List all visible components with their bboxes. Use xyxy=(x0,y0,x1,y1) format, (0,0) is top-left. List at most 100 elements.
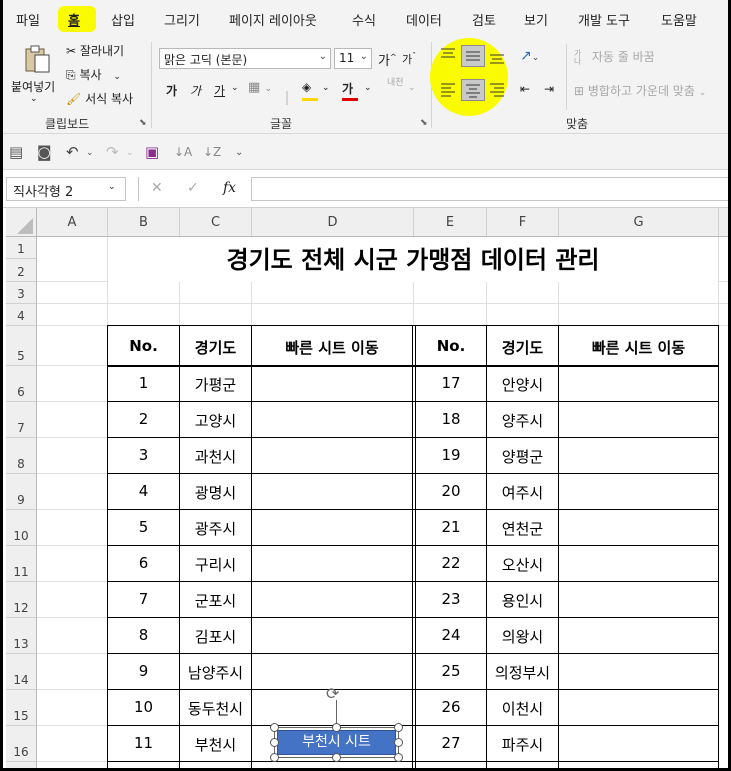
underline-button[interactable]: 가 xyxy=(214,82,225,99)
cell-no[interactable]: 17 xyxy=(416,374,486,392)
tab-help[interactable]: 도움말 xyxy=(661,10,697,29)
cell-no[interactable]: 2 xyxy=(108,410,179,428)
cell-region[interactable]: 의정부시 xyxy=(487,662,558,683)
copy-dropdown-icon[interactable]: ⌄ xyxy=(113,72,121,82)
cell-region[interactable]: 광주시 xyxy=(180,518,251,539)
tab-home[interactable]: 홈 xyxy=(68,10,80,29)
cell-no[interactable]: 19 xyxy=(416,446,486,464)
select-all-corner[interactable] xyxy=(6,208,37,237)
save-icon[interactable]: ▣ xyxy=(145,143,159,161)
underline-dropdown-icon[interactable]: ⌄ xyxy=(231,83,239,93)
tab-insert[interactable]: 삽입 xyxy=(111,10,135,29)
column-header-f[interactable]: F xyxy=(487,208,559,237)
cell-no[interactable]: 5 xyxy=(108,518,179,536)
cell-region[interactable]: 오산시 xyxy=(487,554,558,575)
paste-button[interactable]: 붙여넣기 ⌄ xyxy=(8,42,60,104)
cell-no[interactable]: 8 xyxy=(108,626,179,644)
phonetic-button[interactable]: 내천 xyxy=(387,78,405,88)
font-color-dropdown-icon[interactable]: ⌄ xyxy=(364,83,372,93)
row-header[interactable]: 6 xyxy=(6,366,37,402)
cell-region[interactable]: 군포시 xyxy=(180,590,251,611)
cell-region[interactable]: 김포시 xyxy=(180,626,251,647)
redo-icon[interactable]: ↷ xyxy=(106,143,119,161)
cell-no[interactable]: 23 xyxy=(416,590,486,608)
cell-region[interactable]: 양평군 xyxy=(487,446,558,467)
row-header[interactable]: 7 xyxy=(6,402,37,438)
cell-no[interactable]: 11 xyxy=(108,734,179,752)
resize-handle[interactable] xyxy=(270,738,279,747)
go-to-bucheon-sheet-button[interactable]: 부천시 시트 xyxy=(277,730,396,755)
camera-icon[interactable]: ◙ xyxy=(37,143,52,161)
cell-region[interactable]: 구리시 xyxy=(180,554,251,575)
cell-no[interactable]: 22 xyxy=(416,554,486,572)
formula-input[interactable] xyxy=(251,177,731,201)
tab-file[interactable]: 파일 xyxy=(16,10,40,29)
sheet-title[interactable]: 경기도 전체 시군 가맹점 데이터 관리 xyxy=(108,238,718,282)
resize-handle[interactable] xyxy=(332,753,341,762)
cell-region[interactable]: 가평군 xyxy=(180,374,251,395)
cell-no[interactable]: 18 xyxy=(416,410,486,428)
align-center-button[interactable] xyxy=(461,79,485,101)
border-button[interactable]: ▦ ⌄ xyxy=(248,80,272,95)
header-quick-link[interactable]: 빠른 시트 이동 xyxy=(559,337,718,358)
copy-button[interactable]: ⎘ 복사 ⌄ xyxy=(66,66,121,83)
row-header[interactable]: 2 xyxy=(6,259,37,282)
cell-no[interactable]: 25 xyxy=(416,662,486,680)
customize-toolbar-icon[interactable]: ⌄ xyxy=(235,147,243,158)
row-header[interactable]: 10 xyxy=(6,510,37,546)
fill-color-dropdown-icon[interactable]: ⌄ xyxy=(322,83,330,93)
tab-page-layout[interactable]: 페이지 레이아웃 xyxy=(229,10,317,29)
cell-region[interactable]: 남양주시 xyxy=(180,662,251,683)
row-header[interactable]: 14 xyxy=(6,654,37,690)
align-top-button[interactable] xyxy=(437,45,461,67)
font-size-dropdown[interactable]: 11 ⌄ xyxy=(334,48,372,69)
tab-formulas[interactable]: 수식 xyxy=(352,10,376,29)
row-header[interactable]: 1 xyxy=(6,237,37,259)
paste-dropdown-icon[interactable]: ⌄ xyxy=(30,94,38,104)
row-header[interactable]: 16 xyxy=(6,726,37,762)
column-header-d[interactable]: D xyxy=(252,208,414,237)
header-region[interactable]: 경기도 xyxy=(487,337,558,358)
rotate-handle-icon[interactable]: ⟳ xyxy=(326,684,339,703)
font-name-dropdown[interactable]: 맑은 고딕 (본문) ⌄ xyxy=(159,48,331,69)
cell-region[interactable]: 이천시 xyxy=(487,698,558,719)
header-quick-link[interactable]: 빠른 시트 이동 xyxy=(252,337,412,358)
format-painter-button[interactable]: 🖌 서식 복사 xyxy=(66,90,133,107)
column-header-a[interactable]: A xyxy=(37,208,108,237)
italic-button[interactable]: 가 xyxy=(190,82,201,99)
column-header-c[interactable]: C xyxy=(180,208,252,237)
align-bottom-button[interactable] xyxy=(486,45,510,67)
tab-developer[interactable]: 개발 도구 xyxy=(578,10,630,29)
row-header[interactable]: 15 xyxy=(6,690,37,726)
header-no[interactable]: No. xyxy=(416,337,486,355)
resize-handle[interactable] xyxy=(394,753,403,762)
cell-region[interactable]: 과천시 xyxy=(180,446,251,467)
cell-no[interactable]: 24 xyxy=(416,626,486,644)
decrease-indent-button[interactable]: ⇤ xyxy=(520,82,530,96)
clipboard-launcher-icon[interactable]: ⬊ xyxy=(139,118,147,128)
cell-region[interactable]: 안양시 xyxy=(487,374,558,395)
cell-region[interactable]: 여주시 xyxy=(487,482,558,503)
resize-handle[interactable] xyxy=(332,723,341,732)
increase-indent-button[interactable]: ⇥ xyxy=(544,82,554,96)
sort-descending-icon[interactable]: ↓Z xyxy=(203,145,221,159)
cell-no[interactable]: 6 xyxy=(108,554,179,572)
column-header-b[interactable]: B xyxy=(108,208,180,237)
grow-font-button[interactable]: 가^ xyxy=(378,50,397,69)
merge-center-button[interactable]: ⊞ 병합하고 가운데 맞춤 ⌄ xyxy=(574,82,706,99)
wrap-text-button[interactable]: 가나 자동 줄 바꿈 xyxy=(574,48,655,66)
column-header-g[interactable]: G xyxy=(559,208,719,237)
tab-view[interactable]: 보기 xyxy=(524,10,548,29)
cell-no[interactable]: 3 xyxy=(108,446,179,464)
cell-no[interactable]: 27 xyxy=(416,734,486,752)
orientation-button[interactable]: ↗⌄ xyxy=(520,48,539,64)
resize-handle[interactable] xyxy=(394,723,403,732)
cell-region[interactable]: 부천시 xyxy=(180,734,251,755)
form-icon[interactable]: ▤ xyxy=(9,143,23,161)
enter-icon[interactable]: ✓ xyxy=(187,180,199,196)
row-header[interactable]: 3 xyxy=(6,282,37,304)
row-header[interactable]: 11 xyxy=(6,546,37,582)
row-header[interactable] xyxy=(6,762,37,771)
row-header[interactable]: 13 xyxy=(6,618,37,654)
cell-no[interactable]: 4 xyxy=(108,482,179,500)
